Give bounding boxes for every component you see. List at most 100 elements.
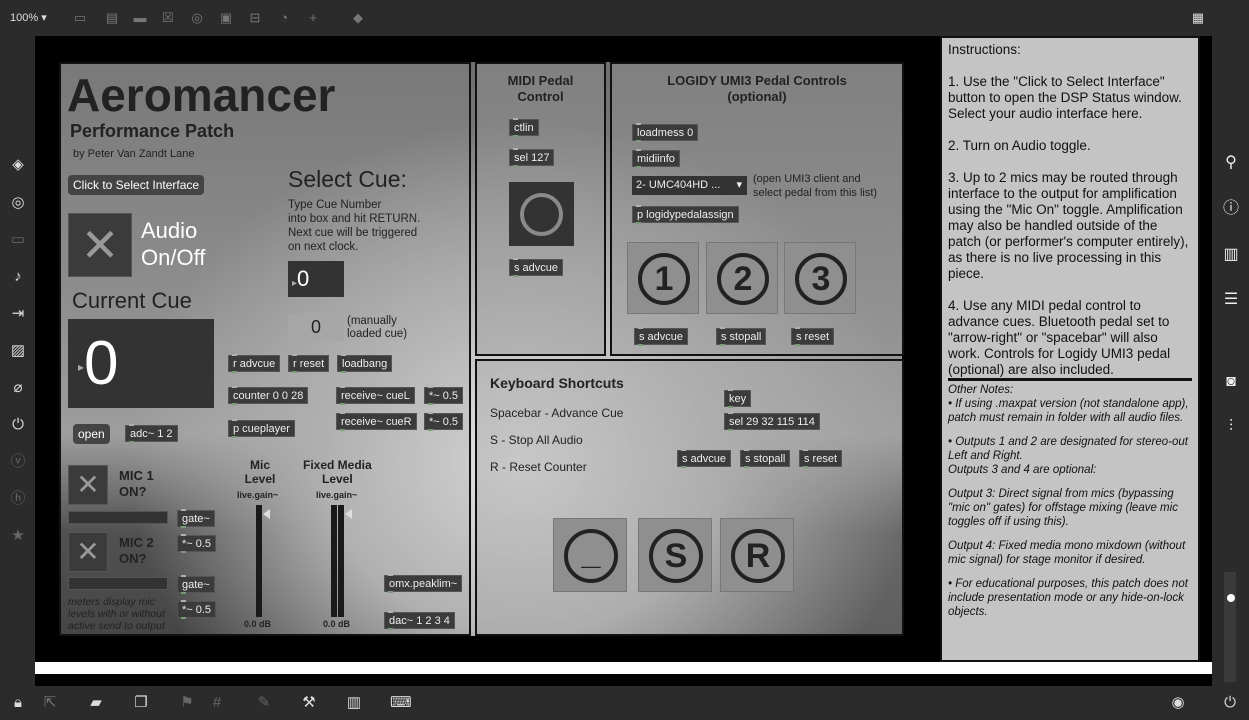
r-icon: R <box>731 529 785 583</box>
gate-object-1[interactable]: gate~ <box>177 509 215 528</box>
bottom-toolbar: 🔒︎ ⇱ ▰ ❐ ⚑ # ✎ ⚒ ▥ ⌨ ◉ ⏻ <box>0 686 1249 720</box>
edit-icon[interactable]: ⇱ <box>40 693 60 713</box>
paint-icon[interactable]: ◆ <box>350 10 366 26</box>
reset-button[interactable]: R <box>720 518 794 592</box>
toggle-icon[interactable]: ☒ <box>160 10 176 26</box>
r-advcue-object[interactable]: r advcue <box>228 354 281 373</box>
step-icon[interactable]: ⇥ <box>9 305 27 323</box>
v-icon[interactable]: ⓥ <box>9 453 27 471</box>
book-icon[interactable]: ▥ <box>1221 245 1241 265</box>
volume-handle[interactable] <box>1227 594 1235 602</box>
panel-icon[interactable]: ⊟ <box>247 10 263 26</box>
grid-icon[interactable]: # <box>207 693 227 713</box>
s-advcue-midi-object[interactable]: s advcue <box>509 258 564 277</box>
audio-toggle[interactable]: ✕ <box>68 213 132 277</box>
note-icon[interactable]: ♪ <box>9 268 27 286</box>
star-icon[interactable]: ★ <box>9 527 27 545</box>
s-stopall-key-object[interactable]: s stopall <box>740 449 791 468</box>
media-gain-handle[interactable] <box>345 509 352 519</box>
mic-gain-handle[interactable] <box>263 509 270 519</box>
midiinfo-object[interactable]: midiinfo <box>632 149 680 168</box>
mul-object-4[interactable]: *~ 0.5 <box>177 600 217 619</box>
pedal-button-2[interactable]: 2 <box>706 242 778 314</box>
sliders-icon[interactable]: ⫶ <box>1221 417 1241 437</box>
pedal-button-1[interactable]: 1 <box>627 242 699 314</box>
layers-icon[interactable]: ❐ <box>131 693 151 713</box>
zoom-select[interactable]: 100% ▾ <box>10 11 47 24</box>
window-icon[interactable]: ▭ <box>9 231 27 249</box>
media-gain-slider-left[interactable] <box>331 505 337 617</box>
s-reset-key-object[interactable]: s reset <box>799 449 843 468</box>
mul-object-1[interactable]: *~ 0.5 <box>424 386 464 405</box>
ctlin-object[interactable]: ctlin <box>509 118 539 137</box>
camera-icon[interactable]: ◙ <box>1221 372 1241 392</box>
mul-object-3[interactable]: *~ 0.5 <box>177 534 217 553</box>
cueplayer-object[interactable]: p cueplayer <box>228 419 295 438</box>
mic2-toggle[interactable]: ✕ <box>68 532 108 572</box>
adc-object[interactable]: adc~ 1 2 <box>125 424 178 443</box>
gate-object-2[interactable]: gate~ <box>177 575 215 594</box>
space-button[interactable]: _ <box>553 518 627 592</box>
h-icon[interactable]: ⓗ <box>9 490 27 508</box>
sel-keys-object[interactable]: sel 29 32 115 114 <box>724 412 820 431</box>
sel-127-object[interactable]: sel 127 <box>509 148 555 167</box>
play-icon[interactable]: ◉ <box>1168 693 1188 713</box>
s-advcue-logidy-object[interactable]: s advcue <box>634 327 689 346</box>
open-button[interactable]: open <box>73 424 110 444</box>
comment-icon[interactable]: ▬ <box>132 10 148 26</box>
cube-icon[interactable]: ◈ <box>9 156 27 174</box>
target-icon[interactable]: ◎ <box>9 194 27 212</box>
dac-object[interactable]: dac~ 1 2 3 4 <box>384 611 455 630</box>
search-icon[interactable]: ⚲ <box>1221 153 1241 173</box>
chevron-down-icon: ▾ <box>736 179 742 191</box>
message-icon[interactable]: ▤ <box>104 10 120 26</box>
circle-icon <box>520 193 563 236</box>
power-icon[interactable]: ⏻ <box>1220 693 1240 713</box>
counter-object[interactable]: counter 0 0 28 <box>228 386 309 405</box>
stop-button[interactable]: S <box>638 518 712 592</box>
chat-icon[interactable]: ▰ <box>86 693 106 713</box>
list-icon[interactable]: ☰ <box>1221 290 1241 310</box>
slider-icon[interactable]: ▣ <box>218 10 234 26</box>
plug-icon[interactable]: ⏻ <box>9 416 27 434</box>
flag-icon[interactable]: ⚑ <box>177 693 197 713</box>
wrench-icon[interactable]: ⚒ <box>299 693 319 713</box>
window-icon[interactable]: ▭ <box>72 10 88 26</box>
key-object[interactable]: key <box>724 389 752 408</box>
info-icon[interactable]: ⓘ <box>1221 199 1241 219</box>
r-reset-object[interactable]: r reset <box>288 354 330 373</box>
loaded-cue-box[interactable]: 0 <box>288 313 344 341</box>
logidy-assign-object[interactable]: p logidypedalassign <box>632 205 739 224</box>
mic1-toggle[interactable]: ✕ <box>68 465 108 505</box>
mul-object-2[interactable]: *~ 0.5 <box>424 412 464 431</box>
pedal-button-3[interactable]: 3 <box>784 242 856 314</box>
image-icon[interactable]: ▨ <box>9 342 27 360</box>
receive-cuel-object[interactable]: receive~ cueL <box>336 386 415 405</box>
note-3: Output 3: Direct signal from mics (bypas… <box>948 488 1178 528</box>
button-icon[interactable]: ◎ <box>189 10 205 26</box>
peaklim-object[interactable]: omx.peaklim~ <box>384 574 463 593</box>
piano-icon[interactable]: ▥ <box>344 693 364 713</box>
media-gain-slider-right[interactable] <box>338 505 344 617</box>
output-volume-slider[interactable] <box>1224 572 1236 682</box>
dial-icon[interactable]: ◔ <box>276 10 292 26</box>
midi-device-menu[interactable]: 2- UMC404HD ... ▾ <box>632 176 747 195</box>
select-cue-input[interactable]: ▸0 <box>288 261 344 297</box>
pin-icon[interactable]: ✎ <box>254 693 274 713</box>
underscore-icon: _ <box>564 529 618 583</box>
clip-icon[interactable]: ⌀ <box>9 379 27 397</box>
s-reset-logidy-object[interactable]: s reset <box>791 327 835 346</box>
grid-menu-icon[interactable]: ▦ <box>1190 10 1206 26</box>
loadbang-object[interactable]: loadbang <box>337 354 393 373</box>
s-advcue-key-object[interactable]: s advcue <box>677 449 732 468</box>
midi-bang-button[interactable] <box>509 182 574 246</box>
receive-cuer-object[interactable]: receive~ cueR <box>336 412 417 431</box>
lock-icon[interactable]: 🔒︎ <box>8 693 28 713</box>
keyboard-icon[interactable]: ⌨ <box>390 693 412 713</box>
plus-icon[interactable]: + <box>305 10 321 26</box>
mic-gain-slider[interactable] <box>256 505 262 617</box>
s-stopall-logidy-object[interactable]: s stopall <box>716 327 767 346</box>
select-interface-button[interactable]: Click to Select Interface <box>68 175 205 195</box>
instructions-step-3: 3. Up to 2 mics may be routed through in… <box>948 170 1189 281</box>
loadmess-object[interactable]: loadmess 0 <box>632 123 699 142</box>
